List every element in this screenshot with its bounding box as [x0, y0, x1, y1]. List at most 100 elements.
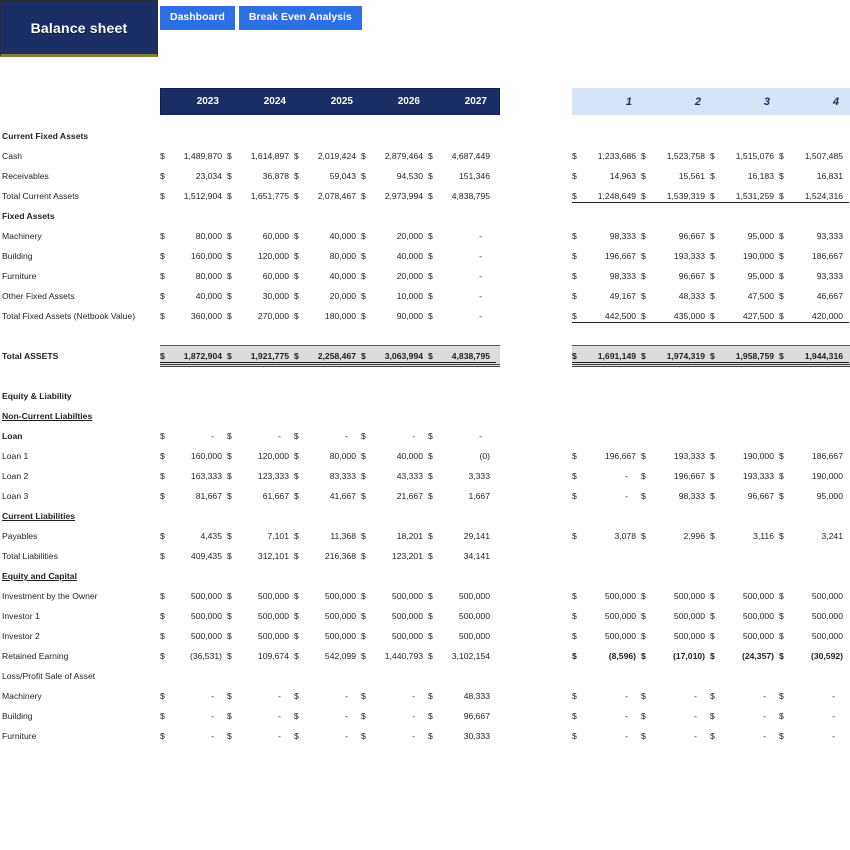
table-cell[interactable]: $ -: [572, 726, 642, 746]
table-cell[interactable]: $442,500: [572, 306, 642, 326]
currency-symbol: $: [572, 491, 577, 501]
table-cell[interactable]: $ -: [779, 706, 849, 726]
table-cell[interactable]: $427,500: [710, 306, 780, 326]
currency-symbol: $: [572, 351, 577, 361]
table-cell[interactable]: $1,958,759: [710, 346, 780, 366]
table-cell[interactable]: $1,248,649: [572, 186, 642, 206]
table-cell[interactable]: $500,000: [572, 586, 642, 606]
table-cell[interactable]: $435,000: [641, 306, 711, 326]
table-cell[interactable]: $1,974,319: [641, 346, 711, 366]
table-cell[interactable]: $196,667: [572, 446, 642, 466]
table-cell[interactable]: $46,667: [779, 286, 849, 306]
table-cell[interactable]: $ -: [572, 706, 642, 726]
table-cell[interactable]: $500,000: [641, 606, 711, 626]
table-cell[interactable]: $96,667: [641, 226, 711, 246]
table-cell[interactable]: $16,183: [710, 166, 780, 186]
cell-value: 193,333: [742, 471, 774, 481]
table-cell[interactable]: $1,531,259: [710, 186, 780, 206]
currency-symbol: $: [779, 231, 784, 241]
table-cell[interactable]: $95,000: [779, 486, 849, 506]
table-cell[interactable]: $47,500: [710, 286, 780, 306]
monthly-column-header[interactable]: 3: [710, 96, 780, 108]
monthly-column-header[interactable]: 2: [641, 96, 711, 108]
table-cell[interactable]: $48,333: [641, 286, 711, 306]
table-cell[interactable]: $96,667: [710, 486, 780, 506]
table-cell[interactable]: $196,667: [572, 246, 642, 266]
table-cell[interactable]: $ -: [710, 686, 780, 706]
table-cell[interactable]: $ -: [572, 486, 642, 506]
table-cell[interactable]: $ -: [641, 726, 711, 746]
cell-value: 190,000: [742, 451, 774, 461]
cell-value: 427,500: [742, 311, 774, 321]
table-cell[interactable]: $ (24,357): [710, 646, 780, 666]
table-cell[interactable]: $1,539,319: [641, 186, 711, 206]
table-cell[interactable]: $500,000: [710, 606, 780, 626]
table-cell[interactable]: $96,667: [641, 266, 711, 286]
currency-symbol: $: [779, 531, 784, 541]
table-cell[interactable]: $ -: [572, 466, 642, 486]
table-cell[interactable]: $95,000: [710, 266, 780, 286]
currency-symbol: $: [779, 731, 784, 741]
table-cell[interactable]: $1,233,686: [572, 146, 642, 166]
currency-symbol: $: [641, 491, 646, 501]
table-cell[interactable]: $1,944,316: [779, 346, 849, 366]
table-cell[interactable]: $95,000: [710, 226, 780, 246]
table-cell[interactable]: $1,523,758: [641, 146, 711, 166]
cell-value: 1,691,149: [597, 351, 636, 361]
table-cell[interactable]: $49,167: [572, 286, 642, 306]
table-cell[interactable]: $ (8,596): [572, 646, 642, 666]
cell-value: -: [625, 471, 628, 481]
table-cell[interactable]: $500,000: [710, 586, 780, 606]
table-cell[interactable]: $500,000: [710, 626, 780, 646]
table-cell[interactable]: $193,333: [710, 466, 780, 486]
table-cell[interactable]: $93,333: [779, 266, 849, 286]
table-cell[interactable]: $1,691,149: [572, 346, 642, 366]
table-cell[interactable]: $ -: [710, 706, 780, 726]
table-cell[interactable]: $1,524,316: [779, 186, 849, 206]
table-cell[interactable]: $15,561: [641, 166, 711, 186]
table-cell[interactable]: $420,000: [779, 306, 849, 326]
table-cell[interactable]: $190,000: [710, 246, 780, 266]
table-cell[interactable]: $500,000: [641, 626, 711, 646]
table-cell[interactable]: $1,515,076: [710, 146, 780, 166]
table-cell[interactable]: $98,333: [572, 226, 642, 246]
table-cell[interactable]: $ -: [779, 726, 849, 746]
table-cell[interactable]: $1,507,485: [779, 146, 849, 166]
currency-symbol: $: [572, 531, 577, 541]
table-cell[interactable]: $500,000: [572, 626, 642, 646]
table-cell[interactable]: $98,333: [641, 486, 711, 506]
table-cell[interactable]: $ -: [641, 706, 711, 726]
currency-symbol: $: [779, 311, 784, 321]
table-cell[interactable]: $193,333: [641, 446, 711, 466]
table-cell[interactable]: $16,831: [779, 166, 849, 186]
table-cell[interactable]: $190,000: [779, 466, 849, 486]
table-cell[interactable]: $500,000: [779, 606, 849, 626]
table-cell[interactable]: $500,000: [641, 586, 711, 606]
table-cell[interactable]: $500,000: [779, 586, 849, 606]
table-cell[interactable]: $ (30,592): [779, 646, 849, 666]
table-cell[interactable]: $ -: [572, 686, 642, 706]
table-cell[interactable]: $ -: [779, 686, 849, 706]
cell-value: 1,248,649: [597, 191, 636, 201]
table-cell[interactable]: $2,996: [641, 526, 711, 546]
table-cell[interactable]: $ -: [710, 726, 780, 746]
monthly-column-header[interactable]: 1: [572, 96, 642, 108]
table-cell[interactable]: $3,116: [710, 526, 780, 546]
table-cell[interactable]: $186,667: [779, 246, 849, 266]
table-cell[interactable]: $190,000: [710, 446, 780, 466]
monthly-column-header[interactable]: 4: [779, 96, 849, 108]
cell-value: 500,000: [673, 611, 705, 621]
table-cell[interactable]: $ -: [641, 686, 711, 706]
table-cell[interactable]: $193,333: [641, 246, 711, 266]
table-cell[interactable]: $500,000: [779, 626, 849, 646]
table-cell[interactable]: $14,963: [572, 166, 642, 186]
table-cell[interactable]: $3,241: [779, 526, 849, 546]
table-cell[interactable]: $186,667: [779, 446, 849, 466]
table-cell[interactable]: $3,078: [572, 526, 642, 546]
table-cell[interactable]: $500,000: [572, 606, 642, 626]
table-cell[interactable]: $ (17,010): [641, 646, 711, 666]
table-cell[interactable]: $98,333: [572, 266, 642, 286]
table-cell[interactable]: $196,667: [641, 466, 711, 486]
table-cell[interactable]: $93,333: [779, 226, 849, 246]
currency-symbol: $: [779, 611, 784, 621]
